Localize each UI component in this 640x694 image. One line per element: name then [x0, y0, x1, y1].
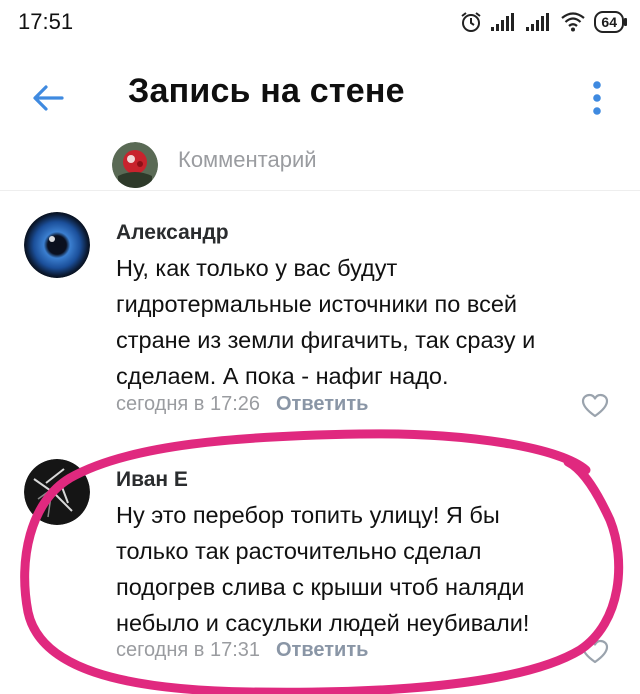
comment-input-row[interactable]: Комментарий [0, 134, 640, 191]
comment-meta: сегодня в 17:31 Ответить [116, 639, 368, 662]
comment-time: сегодня в 17:31 [116, 639, 260, 661]
comment-line: Ну, как только у вас будут [116, 255, 398, 281]
heart-icon[interactable] [581, 639, 609, 665]
signal-icon [526, 13, 550, 31]
avatar[interactable] [24, 459, 90, 525]
comment-meta: сегодня в 17:26 Ответить [116, 393, 368, 416]
status-time: 17:51 [18, 9, 74, 34]
reply-button[interactable]: Ответить [276, 639, 368, 661]
status-icons: 64 [460, 11, 627, 33]
comment-text: Ну, как только у вас будут гидротермальн… [116, 250, 606, 394]
arrow-left-icon[interactable] [28, 78, 68, 118]
avatar[interactable] [24, 212, 90, 278]
comment-line: Ну это перебор топить улицу! Я бы [116, 502, 500, 528]
status-bar: 17:51 64 [0, 0, 640, 44]
alarm-icon [461, 12, 482, 32]
comment-line: стране из земли фигачить, так сразу и [116, 327, 536, 353]
heart-icon[interactable] [581, 393, 609, 419]
comment-line: только так расточительно сделал [116, 538, 482, 564]
signal-icon [491, 13, 515, 31]
comment-author[interactable]: Александр [116, 221, 229, 245]
app-bar: Запись на стене [0, 58, 640, 134]
avatar [112, 142, 158, 188]
comment-line: небыло и сасульки людей неубивали! [116, 610, 530, 636]
comment-line: подогрев слива с крыши чтоб наляди [116, 574, 525, 600]
wifi-icon [561, 12, 586, 32]
comment-line: сделаем. А пока - нафиг надо. [116, 363, 449, 389]
comment-line: гидротермальные источники по всей [116, 291, 518, 317]
comment-author[interactable]: Иван Е [116, 468, 188, 492]
vertical-dots-icon[interactable] [582, 76, 612, 120]
comment-text: Ну это перебор топить улицу! Я бы только… [116, 497, 606, 641]
page-title: Запись на стене [128, 72, 405, 110]
comment-time: сегодня в 17:26 [116, 393, 260, 415]
reply-button[interactable]: Ответить [276, 393, 368, 415]
battery-icon: 64 [594, 11, 627, 33]
comment-input[interactable]: Комментарий [178, 147, 317, 173]
